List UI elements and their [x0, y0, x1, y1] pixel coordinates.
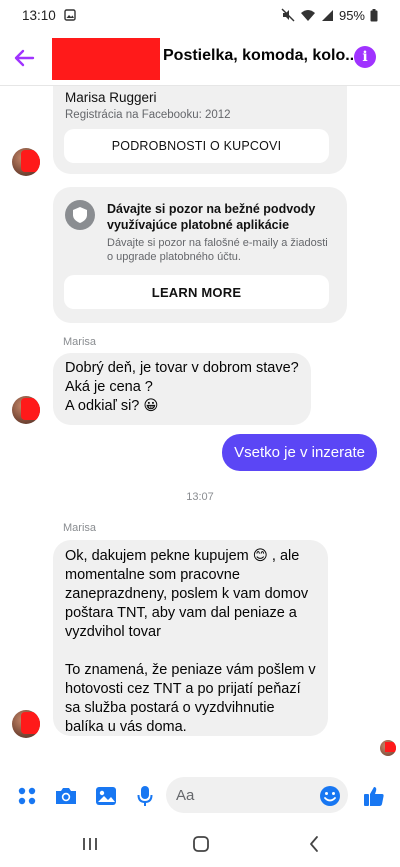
thumbs-up-icon — [364, 787, 384, 806]
message-line: Ok, dakujem pekne kupujem 😊 , ale — [65, 548, 300, 564]
recent-apps-icon — [83, 838, 97, 850]
more-actions-button[interactable] — [14, 783, 40, 809]
voice-button[interactable] — [132, 783, 158, 809]
buyer-registration: Registrácia na Facebooku: 2012 — [65, 109, 231, 121]
buyer-name: Marisa Ruggeri — [65, 90, 157, 105]
message-line: poštara TNT, aby vam dal peniaze a — [65, 605, 297, 621]
incoming-message[interactable]: Ok, dakujem pekne kupujem 😊 , ale moment… — [53, 540, 328, 736]
learn-more-button[interactable]: LEARN MORE — [64, 275, 329, 309]
sender-name: Marisa — [63, 336, 97, 348]
grid-dots-icon — [18, 787, 36, 805]
signal-icon — [321, 9, 333, 21]
seen-indicator-avatar — [380, 740, 396, 756]
message-line: zaneprazdneny, poslem k vam domov — [65, 586, 309, 602]
message-line: vyzdvihol tovar — [65, 624, 161, 640]
camera-icon — [56, 788, 76, 804]
emoji-icon — [320, 786, 340, 806]
gallery-notification-icon — [64, 9, 76, 21]
camera-button[interactable] — [53, 783, 79, 809]
sender-name: Marisa — [63, 522, 97, 534]
thread-header: Postielka, komoda, kolo... i — [0, 30, 400, 86]
message-line: hotovosti cez TNT a po prijatí peňazí — [65, 681, 301, 697]
back-button[interactable] — [0, 30, 48, 86]
home-icon — [193, 836, 209, 852]
message-line: sa služba postará o vyzdvihnutie — [65, 700, 275, 716]
scam-warning-card: Dávajte si pozor na bežné podvody využív… — [53, 187, 347, 323]
message-list[interactable]: Marisa Ruggeri Registrácia na Facebooku:… — [0, 86, 400, 771]
message-line: Dobrý deň, je tovar v dobrom stave? — [65, 360, 299, 376]
message-line: balíka u vás doma. — [65, 719, 187, 735]
buyer-info-card: Marisa Ruggeri Registrácia na Facebooku:… — [53, 86, 347, 174]
info-icon: i — [362, 49, 368, 65]
system-navigation-bar — [0, 821, 400, 867]
message-line: To znamená, že peniaze vám pošlem v — [65, 662, 316, 678]
thread-title[interactable]: Postielka, komoda, kolo... — [163, 47, 353, 65]
message-line: A odkiaľ si? 😀 — [65, 398, 159, 414]
status-time: 13:10 — [22, 7, 56, 23]
like-button[interactable] — [361, 783, 387, 809]
gallery-button[interactable] — [93, 783, 119, 809]
image-icon — [96, 787, 116, 805]
microphone-icon — [137, 786, 153, 806]
warning-text: Dávajte si pozor na falošné e-maily a ži… — [107, 237, 328, 263]
recent-apps-button[interactable] — [78, 833, 102, 855]
composer-bar — [0, 771, 400, 821]
sender-avatar[interactable] — [12, 396, 40, 424]
chevron-left-icon — [310, 836, 318, 852]
sender-avatar[interactable] — [12, 710, 40, 738]
buyer-details-button[interactable]: PODROBNOSTI O KUPCOVI — [64, 129, 329, 163]
mute-icon — [281, 8, 295, 22]
wifi-icon — [300, 9, 315, 21]
redacted-avatar — [52, 38, 160, 80]
status-bar: 13:10 95% — [0, 0, 400, 30]
incoming-message[interactable]: Dobrý deň, je tovar v dobrom stave? Aká … — [53, 353, 311, 425]
back-arrow-icon — [14, 49, 35, 66]
message-line: momentalne som pracovne — [65, 567, 240, 583]
message-timestamp: 13:07 — [186, 491, 214, 503]
shield-icon — [65, 200, 95, 230]
warning-title: Dávajte si pozor na bežné podvody využív… — [107, 202, 316, 232]
home-button[interactable] — [189, 833, 213, 855]
info-button[interactable]: i — [354, 46, 376, 68]
battery-icon — [370, 8, 378, 21]
back-nav-button[interactable] — [302, 833, 326, 855]
battery-percent: 95% — [338, 7, 365, 23]
sender-avatar[interactable] — [12, 148, 40, 176]
message-line — [65, 642, 316, 661]
emoji-button[interactable] — [317, 783, 343, 809]
outgoing-message[interactable]: Vsetko je v inzerate — [222, 434, 377, 471]
message-line: Aká je cena ? — [65, 379, 153, 395]
